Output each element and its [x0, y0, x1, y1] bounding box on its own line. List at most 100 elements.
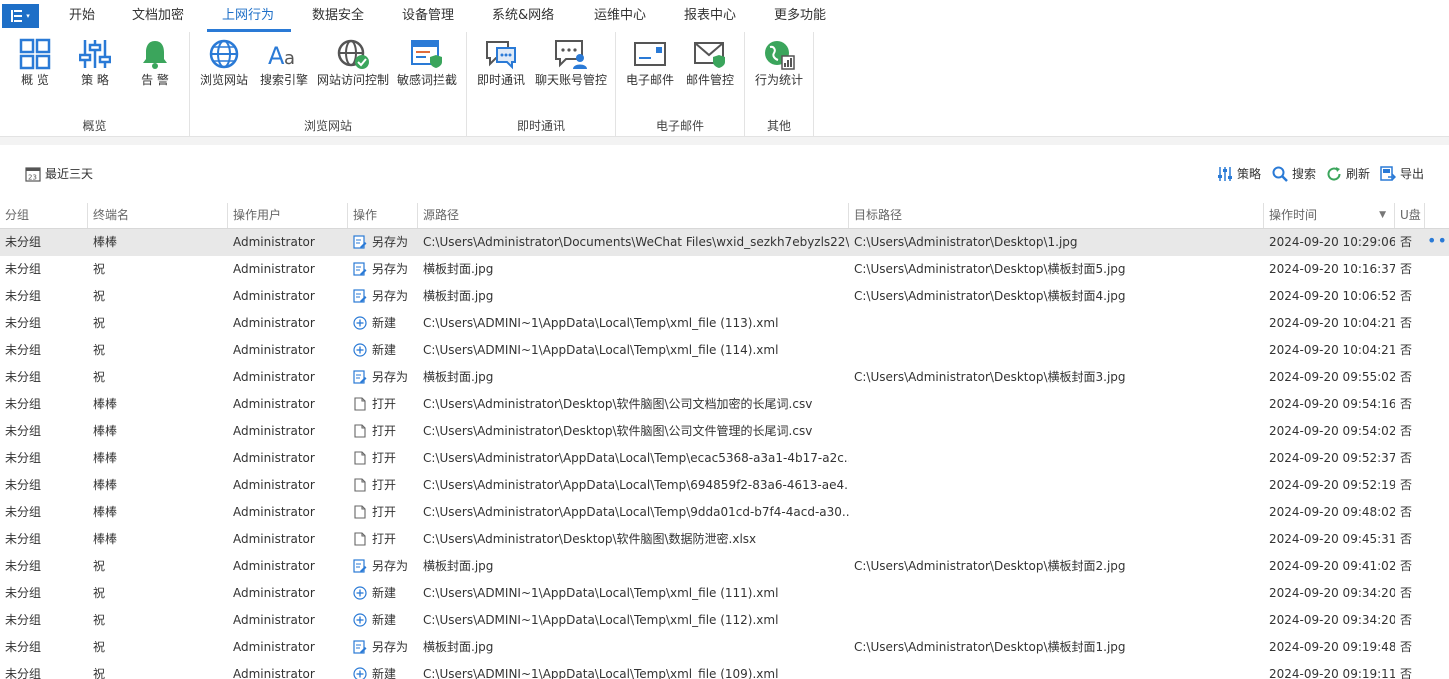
column-header-source-path[interactable]: 源路径 [418, 203, 849, 228]
operation-label: 打开 [372, 424, 397, 438]
ribbon-group-email: 电子邮件 邮件管控 电子邮件 [616, 32, 745, 136]
tab-start[interactable]: 开始 [69, 0, 95, 30]
cell-source-path: C:\Users\Administrator\AppData\Local\Tem… [423, 478, 849, 492]
table-row[interactable]: 未分组 祝 Administrator 另存为 横板封面.jpg C:\Users\Adm… [0, 634, 1449, 661]
table-row[interactable]: 未分组 祝 Administrator 新建 C:\Users\ADMINI~1\App… [0, 607, 1449, 634]
tab-more-functions[interactable]: 更多功能 [774, 0, 826, 30]
cell-operation-time: 2024-09-20 10:04:21 [1269, 316, 1395, 330]
tab-doc-encryption[interactable]: 文档加密 [132, 0, 184, 30]
ribbon-group-label-overview: 概览 [82, 119, 107, 133]
globe-check-icon [316, 36, 390, 72]
behavior-stats-button[interactable]: 行为统计 [751, 36, 807, 92]
table-row[interactable]: 未分组 棒棒 Administrator 打开 C:\Users\Administrat… [0, 499, 1449, 526]
table-row[interactable]: 未分组 祝 Administrator 新建 C:\Users\ADMINI~1\App… [0, 661, 1449, 679]
table-row[interactable]: 未分组 祝 Administrator 另存为 横板封面.jpg C:\Users\Adm… [0, 364, 1449, 391]
cell-group: 未分组 [5, 370, 42, 384]
cell-group: 未分组 [5, 559, 42, 573]
tab-ops-center[interactable]: 运维中心 [594, 0, 646, 30]
sensitive-word-block-button[interactable]: 敏感词拦截 [396, 36, 458, 92]
tab-device-management[interactable]: 设备管理 [402, 0, 454, 30]
site-access-control-button[interactable]: 网站访问控制 [316, 36, 390, 92]
cell-terminal: 祝 [93, 613, 106, 627]
chat-account-control-button[interactable]: 聊天账号管控 [533, 36, 609, 92]
table-row[interactable]: 未分组 祝 Administrator 新建 C:\Users\ADMINI~1\App… [0, 337, 1449, 364]
cell-group: 未分组 [5, 424, 42, 438]
instant-messaging-label: 即时通讯 [476, 73, 525, 87]
cell-target-path [849, 607, 1264, 634]
cell-operation-time: 2024-09-20 09:52:19 [1269, 478, 1395, 492]
cell-operation: 打开 [348, 418, 418, 445]
table-row[interactable]: 未分组 祝 Administrator 新建 C:\Users\ADMINI~1\App… [0, 580, 1449, 607]
cell-user: Administrator [233, 532, 315, 546]
policy-label: 策 略 [81, 73, 109, 87]
tab-data-security[interactable]: 数据安全 [312, 0, 364, 30]
operation-label: 打开 [372, 397, 397, 411]
instant-messaging-button[interactable]: 即时通讯 [475, 36, 527, 92]
mail-control-label: 邮件管控 [685, 73, 734, 87]
column-header-operation-time[interactable]: 操作时间 ▼ [1264, 203, 1395, 228]
table-row[interactable]: 未分组 祝 Administrator 另存为 横板封面.jpg C:\Users\Adm… [0, 553, 1449, 580]
column-header-group[interactable]: 分组 [0, 203, 88, 228]
column-header-target-path[interactable]: 目标路径 [849, 203, 1264, 228]
cell-source-path: C:\Users\ADMINI~1\AppData\Local\Temp\xml… [423, 343, 779, 357]
table-row[interactable]: 未分组 棒棒 Administrator 打开 C:\Users\Administrat… [0, 391, 1449, 418]
export-toolbar-button[interactable]: 导出 [1380, 165, 1424, 182]
cell-operation-time: 2024-09-20 10:16:37 [1269, 262, 1395, 276]
refresh-icon [1327, 166, 1341, 181]
table-header: 分组 终端名 操作用户 操作 源路径 目标路径 操作时间 ▼ U盘 [0, 203, 1449, 229]
sensitive-word-block-label: 敏感词拦截 [396, 73, 457, 87]
table-row[interactable]: 未分组 棒棒 Administrator 打开 C:\Users\Administrat… [0, 418, 1449, 445]
cell-user: Administrator [233, 316, 315, 330]
ribbon-group-browse: 浏览网站 A a 搜索引擎 网站访问控制 敏感词拦截 浏览网站 [190, 32, 467, 136]
cell-terminal: 棒棒 [93, 532, 118, 546]
cell-user: Administrator [233, 451, 315, 465]
cell-target-path [849, 580, 1264, 607]
search-engine-button[interactable]: A a 搜索引擎 [258, 36, 310, 92]
table-row[interactable]: 未分组 祝 Administrator 另存为 横板封面.jpg C:\Users\Adm… [0, 256, 1449, 283]
new-file-icon [353, 316, 372, 330]
cell-usb: 否 [1400, 370, 1413, 384]
cell-operation: 新建 [348, 661, 418, 679]
tab-internet-behavior[interactable]: 上网行为 [206, 0, 292, 32]
table-row[interactable]: 未分组 棒棒 Administrator 打开 C:\Users\Administrat… [0, 472, 1449, 499]
app-menu-button[interactable]: ▾ [2, 4, 39, 28]
cell-group: 未分组 [5, 343, 42, 357]
column-header-user[interactable]: 操作用户 [228, 203, 348, 228]
cell-user: Administrator [233, 343, 315, 357]
table-row[interactable]: 未分组 棒棒 Administrator 打开 C:\Users\Administrat… [0, 526, 1449, 553]
column-header-terminal[interactable]: 终端名 [88, 203, 228, 228]
cell-operation-time: 2024-09-20 09:54:16 [1269, 397, 1395, 411]
policy-button[interactable]: 策 略 [72, 36, 118, 92]
mail-control-button[interactable]: 邮件管控 [682, 36, 738, 92]
sort-descending-icon[interactable]: ▼ [1379, 203, 1386, 228]
cell-terminal: 祝 [93, 316, 106, 330]
cell-group: 未分组 [5, 613, 42, 627]
cell-terminal: 祝 [93, 262, 106, 276]
email-button[interactable]: 电子邮件 [622, 36, 678, 92]
table-row[interactable]: 未分组 棒棒 Administrator 打开 C:\Users\Administrat… [0, 445, 1449, 472]
table-row[interactable]: 未分组 棒棒 Administrator 另存为 C:\Users\Administra… [0, 229, 1449, 256]
ribbon-group-other: 行为统计 其他 [745, 32, 814, 136]
browse-web-button[interactable]: 浏览网站 [198, 36, 250, 92]
more-dots-icon[interactable]: ••• [1427, 233, 1449, 249]
cell-terminal: 祝 [93, 370, 106, 384]
overview-button[interactable]: 概 览 [12, 36, 58, 92]
tab-report-center[interactable]: 报表中心 [684, 0, 736, 30]
column-header-operation[interactable]: 操作 [348, 203, 418, 228]
refresh-toolbar-button[interactable]: 刷新 [1326, 165, 1370, 182]
search-toolbar-button[interactable]: 搜索 [1272, 165, 1316, 182]
operation-label: 新建 [372, 343, 397, 357]
tab-system-network[interactable]: 系统&网络 [492, 0, 554, 30]
operation-label: 打开 [372, 451, 397, 465]
alert-button[interactable]: 告 警 [132, 36, 178, 92]
cell-usb: 否 [1400, 640, 1413, 654]
table-row[interactable]: 未分组 祝 Administrator 另存为 横板封面.jpg C:\Users\Adm… [0, 283, 1449, 310]
cell-source-path: C:\Users\Administrator\Desktop\软件脑图\数据防泄… [423, 532, 757, 546]
policy-toolbar-button[interactable]: 策略 [1217, 165, 1261, 182]
cell-group: 未分组 [5, 451, 42, 465]
app-menu-icon [11, 10, 24, 22]
cell-group: 未分组 [5, 505, 42, 519]
column-header-usb[interactable]: U盘 [1395, 203, 1425, 228]
table-row[interactable]: 未分组 祝 Administrator 新建 C:\Users\ADMINI~1\App… [0, 310, 1449, 337]
date-range-button[interactable]: 23 最近三天 [25, 165, 93, 182]
